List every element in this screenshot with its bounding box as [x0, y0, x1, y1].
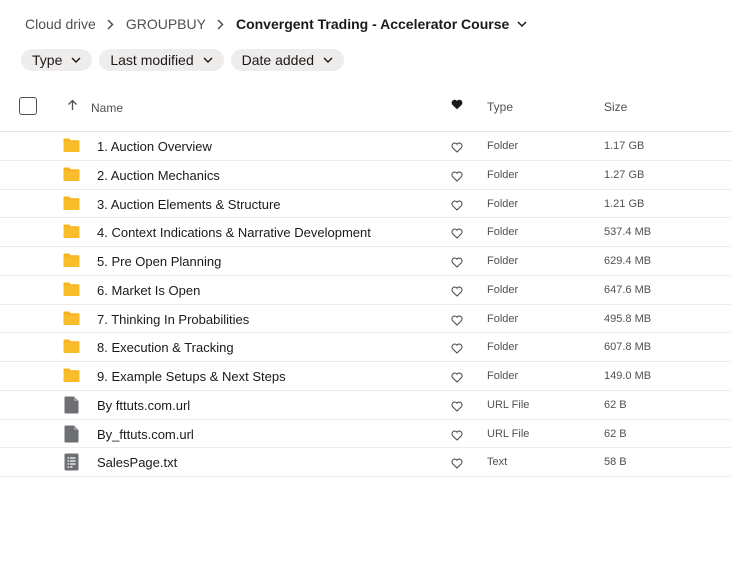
file-name[interactable]: SalesPage.txt [97, 455, 177, 470]
folder-icon [63, 253, 80, 272]
folder-icon [63, 282, 80, 301]
table-row[interactable]: By_fttuts.com.url URL File 62 B [0, 420, 731, 449]
table-row[interactable]: 9. Example Setups & Next Steps Folder 149.… [0, 362, 731, 391]
column-header-type[interactable]: Type [487, 100, 513, 114]
heart-outline-icon[interactable] [451, 341, 463, 359]
file-size: 1.21 GB [604, 197, 645, 210]
table-header: Name Type Size [0, 95, 731, 132]
file-size: 58 B [604, 456, 627, 469]
filter-bar: Type Last modified Date added [21, 49, 345, 71]
file-type: Folder [487, 197, 519, 210]
filter-type-button[interactable]: Type [21, 49, 93, 71]
select-all-checkbox[interactable] [19, 97, 37, 115]
table-row[interactable]: 1. Auction Overview Folder 1.17 GB [0, 132, 731, 161]
heart-outline-icon[interactable] [451, 169, 463, 187]
file-name[interactable]: 8. Execution & Tracking [97, 340, 234, 355]
file-name[interactable]: 5. Pre Open Planning [97, 254, 221, 269]
file-type: Folder [487, 226, 519, 239]
heart-outline-icon[interactable] [451, 456, 463, 474]
file-name[interactable]: 9. Example Setups & Next Steps [97, 369, 286, 384]
heart-outline-icon[interactable] [451, 313, 463, 331]
file-size: 1.27 GB [604, 168, 645, 181]
file-type: Folder [487, 140, 519, 152]
filter-last-modified-button[interactable]: Last modified [99, 49, 224, 71]
file-name[interactable]: By_fttuts.com.url [97, 427, 194, 442]
filter-label: Type [32, 52, 63, 68]
file-size: 62 B [604, 398, 627, 411]
sort-arrow-up-icon[interactable] [67, 99, 78, 114]
heart-outline-icon[interactable] [451, 198, 463, 216]
table-row[interactable]: SalesPage.txt Text 58 B [0, 448, 731, 477]
file-type: Folder [487, 312, 519, 325]
chevron-down-icon[interactable] [517, 20, 527, 28]
file-name[interactable]: 7. Thinking In Probabilities [97, 312, 249, 327]
filter-date-added-button[interactable]: Date added [230, 49, 345, 71]
file-name[interactable]: 6. Market Is Open [97, 283, 200, 298]
breadcrumb: Cloud drive GROUPBUY Convergent Trading … [25, 13, 527, 35]
file-icon [64, 425, 79, 448]
heart-outline-icon[interactable] [451, 284, 463, 302]
table-row[interactable]: 7. Thinking In Probabilities Folder 495.8 … [0, 305, 731, 334]
file-size: 537.4 MB [604, 226, 652, 239]
table-row[interactable]: 5. Pre Open Planning Folder 629.4 MB [0, 247, 731, 276]
folder-icon [63, 138, 80, 157]
file-type: Folder [487, 255, 519, 267]
table-row[interactable]: 6. Market Is Open Folder 647.6 MB [0, 276, 731, 305]
file-type: Folder [487, 283, 519, 296]
column-header-size[interactable]: Size [604, 100, 627, 114]
file-name[interactable]: 3. Auction Elements & Structure [97, 197, 281, 212]
folder-icon [63, 311, 80, 330]
file-size: 149.0 MB [604, 370, 652, 382]
heart-outline-icon[interactable] [451, 226, 463, 244]
file-icon [64, 396, 79, 419]
chevron-right-icon [217, 18, 224, 30]
file-size: 1.17 GB [604, 140, 645, 152]
file-type: URL File [487, 398, 530, 411]
file-size: 495.8 MB [604, 312, 652, 325]
file-name[interactable]: 2. Auction Mechanics [97, 168, 220, 183]
file-size: 629.4 MB [604, 255, 652, 267]
file-name[interactable]: 4. Context Indications & Narrative Devel… [97, 225, 371, 240]
table-row[interactable]: 3. Auction Elements & Structure Folder 1.2… [0, 190, 731, 219]
text-file-icon [64, 453, 79, 476]
file-size: 647.6 MB [604, 283, 652, 296]
heart-outline-icon[interactable] [451, 140, 463, 158]
table-row[interactable]: 2. Auction Mechanics Folder 1.27 GB [0, 161, 731, 190]
column-header-name[interactable]: Name [91, 101, 123, 115]
filter-label: Date added [241, 52, 315, 68]
heart-outline-icon[interactable] [451, 370, 463, 388]
folder-icon [63, 196, 80, 215]
table-row[interactable]: 4. Context Indications & Narrative Devel… [0, 218, 731, 247]
breadcrumb-parent[interactable]: GROUPBUY [126, 16, 206, 32]
file-type: Folder [487, 168, 519, 181]
file-name[interactable]: By fttuts.com.url [97, 398, 190, 413]
filter-label: Last modified [110, 52, 194, 68]
file-size: 62 B [604, 427, 627, 440]
file-type: URL File [487, 427, 530, 440]
breadcrumb-root[interactable]: Cloud drive [25, 16, 96, 32]
heart-outline-icon[interactable] [451, 428, 463, 446]
file-list: 1. Auction Overview Folder 1.17 GB 2. Aucti… [0, 132, 731, 477]
file-size: 607.8 MB [604, 341, 652, 354]
chevron-down-icon [71, 57, 81, 63]
chevron-down-icon [323, 57, 333, 63]
file-type: Folder [487, 341, 519, 354]
heart-filled-icon[interactable] [451, 99, 463, 113]
table-row[interactable]: By fttuts.com.url URL File 62 B [0, 391, 731, 420]
folder-icon [63, 224, 80, 243]
chevron-down-icon [203, 57, 213, 63]
breadcrumb-current: Convergent Trading - Accelerator Course [235, 16, 510, 32]
chevron-right-icon [107, 18, 114, 30]
heart-outline-icon[interactable] [451, 399, 463, 417]
file-type: Folder [487, 370, 519, 382]
heart-outline-icon[interactable] [451, 255, 463, 273]
folder-icon [63, 167, 80, 186]
folder-icon [63, 339, 80, 358]
file-type: Text [487, 456, 508, 469]
folder-icon [63, 368, 80, 387]
table-row[interactable]: 8. Execution & Tracking Folder 607.8 MB [0, 333, 731, 362]
file-name[interactable]: 1. Auction Overview [97, 139, 212, 154]
